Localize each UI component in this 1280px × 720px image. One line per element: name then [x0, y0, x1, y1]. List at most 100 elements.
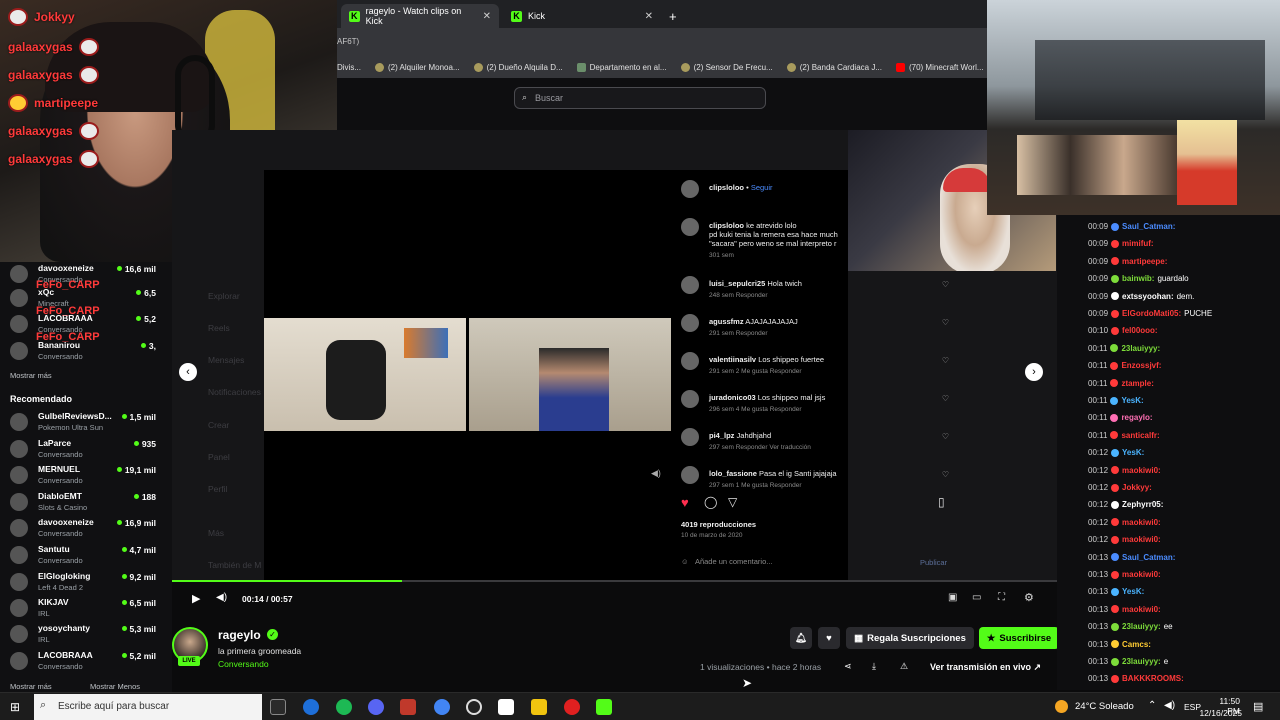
like-icon[interactable]: ♥ [681, 495, 689, 510]
heart-icon[interactable]: ♡ [942, 394, 949, 403]
chat-username[interactable]: 23lauiyyy: [1121, 344, 1160, 353]
nav-mensajes[interactable]: Mensajes [208, 355, 244, 365]
chat-username[interactable]: ElGordoMati05: [1122, 309, 1181, 318]
sidebar-channel[interactable]: davooxeneize Conversando 16,9 mil [8, 516, 168, 542]
bookmark[interactable]: Divis... [337, 63, 361, 72]
bookmark[interactable]: (2) Banda Cardiaca J... [786, 62, 882, 72]
nav-perfil[interactable]: Perfil [208, 484, 227, 494]
taskbar-search-input[interactable]: ⌕ Escribe aquí para buscar [34, 694, 262, 720]
close-icon[interactable]: ✕ [645, 11, 653, 22]
ig-comment-input[interactable]: ☺ Añade un comentario... [681, 557, 773, 566]
heart-icon[interactable]: ♡ [942, 280, 949, 289]
chrome-icon[interactable] [303, 699, 319, 715]
spotify-icon[interactable] [336, 699, 352, 715]
chat-username[interactable]: martipeepe: [1122, 257, 1167, 266]
volume-icon[interactable]: ◀) [216, 592, 227, 603]
app-icon[interactable] [498, 699, 514, 715]
chat-username[interactable]: fel00ooo: [1122, 326, 1158, 335]
obs-icon[interactable] [466, 699, 482, 715]
chat-username[interactable]: regaylo: [1121, 413, 1152, 422]
nav-mas[interactable]: Más [208, 528, 224, 538]
sidebar-channel[interactable]: yosoychanty IRL 5,3 mil [8, 622, 168, 648]
task-view-icon[interactable] [270, 699, 286, 715]
subscribe-button[interactable]: ★ Suscribirse [979, 627, 1059, 649]
notification-bell-icon[interactable]: 🔔︎ [790, 627, 812, 649]
prev-arrow-icon[interactable]: ‹ [179, 363, 197, 381]
notification-icon[interactable]: ▤ [1253, 700, 1263, 713]
chat-username[interactable]: Zephyrr05: [1122, 500, 1163, 509]
heart-icon[interactable]: ♡ [942, 470, 949, 479]
windows-start-icon[interactable]: ⊞ [10, 700, 20, 714]
chat-username[interactable]: Enzossjvf: [1121, 361, 1161, 370]
nav-tambien[interactable]: También de M [208, 560, 261, 570]
search-input[interactable]: ⌕ Buscar [514, 87, 766, 109]
download-icon[interactable]: ⤓ [872, 661, 876, 672]
chat-username[interactable]: YesK: [1121, 396, 1143, 405]
show-more-link[interactable]: Mostrar más [10, 371, 52, 380]
chat-username[interactable]: Saul_Catman: [1122, 222, 1175, 231]
tray-chevron-icon[interactable]: ⌃ [1148, 700, 1156, 711]
settings-icon[interactable]: ⚙ [1024, 591, 1034, 604]
fullscreen-icon[interactable]: ⛶ [998, 592, 1005, 603]
bookmark[interactable]: (2) Alquiler Monoa... [375, 62, 460, 72]
gift-subs-button[interactable]: ▦ Regala Suscripciones [846, 627, 974, 649]
nav-reels[interactable]: Reels [208, 323, 230, 333]
chat-username[interactable]: santicalfr: [1121, 431, 1159, 440]
chat-username[interactable]: maokiwi0: [1122, 518, 1161, 527]
nav-notificaciones[interactable]: Notificaciones [208, 387, 261, 397]
volume-icon[interactable]: ◀) [651, 468, 661, 479]
chat-username[interactable]: 23lauiyyy: [1122, 622, 1161, 631]
sidebar-channel[interactable]: LaParce Conversando 935 [8, 437, 168, 463]
tab-kick[interactable]: K Kick ✕ [503, 4, 661, 28]
stream-category[interactable]: Conversando [218, 659, 269, 669]
chat-username[interactable]: ztample: [1121, 379, 1153, 388]
heart-icon[interactable]: ♡ [942, 318, 949, 327]
clip-icon[interactable]: ▣ [948, 592, 957, 603]
next-arrow-icon[interactable]: › [1025, 363, 1043, 381]
chat-username[interactable]: Camcs: [1122, 640, 1151, 649]
new-tab-button[interactable]: + [661, 4, 685, 28]
chat-username[interactable]: maokiwi0: [1122, 466, 1161, 475]
chat-username[interactable]: maokiwi0: [1122, 605, 1161, 614]
bookmark[interactable]: (70) Minecraft Worl... [895, 62, 984, 72]
nav-crear[interactable]: Crear [208, 420, 229, 430]
heart-icon[interactable]: ♡ [942, 432, 949, 441]
share-icon[interactable]: ▽ [728, 495, 737, 509]
show-more-link[interactable]: Mostrar más [10, 682, 52, 691]
chat-username[interactable]: bainwib: [1122, 274, 1154, 283]
bookmark-icon[interactable]: ▯ [938, 495, 945, 509]
kick-icon[interactable] [596, 699, 612, 715]
chat-username[interactable]: BAKKKROOMS: [1122, 674, 1184, 683]
opera-icon[interactable] [564, 699, 580, 715]
chat-username[interactable]: maokiwi0: [1122, 535, 1161, 544]
watch-live-link[interactable]: Ver transmisión en vivo ↗ [930, 662, 1041, 673]
volume-icon[interactable]: ◀) [1164, 700, 1175, 711]
publish-button[interactable]: Publicar [920, 558, 947, 567]
show-less-link[interactable]: Mostrar Menos [90, 682, 140, 691]
address-bar[interactable]: AF6T) [337, 28, 987, 56]
sidebar-channel[interactable]: MERNUEL Conversando 19,1 mil [8, 463, 168, 489]
heart-icon[interactable]: ♡ [942, 356, 949, 365]
chat-username[interactable]: mimifuf: [1122, 239, 1154, 248]
weather-text[interactable]: 24°C Soleado [1075, 701, 1134, 712]
chat-username[interactable]: 23lauiyyy: [1122, 657, 1161, 666]
sidebar-channel[interactable]: GulbelReviewsD... Pokemon Ultra Sun 1,5 mi… [8, 410, 168, 436]
bookmark[interactable]: (2) Sensor De Frecu... [680, 62, 773, 72]
app-icon[interactable] [400, 699, 416, 715]
chat-username[interactable]: YesK: [1122, 448, 1144, 457]
bookmark[interactable]: Departamento en al... [576, 62, 667, 72]
nav-panel[interactable]: Panel [208, 452, 230, 462]
chat-username[interactable]: extssyoohan: [1122, 292, 1174, 301]
play-icon[interactable]: ▶ [192, 592, 200, 605]
discord-icon[interactable] [368, 699, 384, 715]
follow-heart-icon[interactable]: ♥ [818, 627, 840, 649]
chat-username[interactable]: Jokkyy: [1122, 483, 1152, 492]
sidebar-channel[interactable]: LACOBRAAA Conversando 5,2 mil [8, 649, 168, 675]
chrome-icon[interactable] [434, 699, 450, 715]
comment-icon[interactable]: ◯ [704, 495, 717, 509]
sidebar-channel[interactable]: DiabloEMT Slots & Casino 188 [8, 490, 168, 516]
channel-name[interactable]: rageylo [218, 628, 261, 642]
theater-icon[interactable]: ▭ [972, 592, 981, 603]
nav-explorar[interactable]: Explorar [208, 291, 240, 301]
sidebar-channel[interactable]: Santutu Conversando 4,7 mil [8, 543, 168, 569]
